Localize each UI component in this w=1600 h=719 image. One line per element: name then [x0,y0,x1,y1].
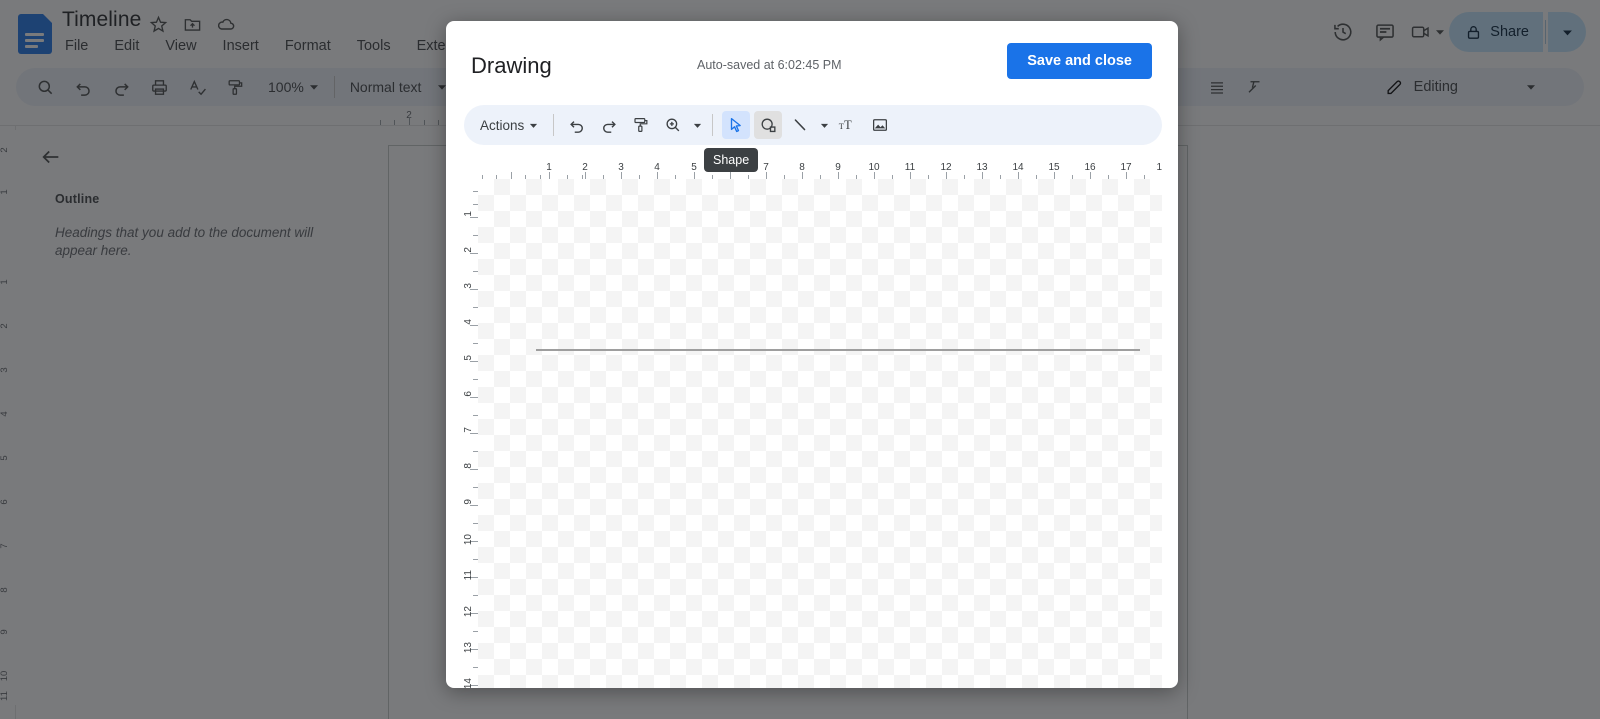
ruler-number: 14 [1012,162,1024,173]
vruler-number: 10 [464,534,474,546]
vruler-number: 12 [464,606,474,618]
dialog-title: Drawing [471,53,552,78]
vruler-number: 8 [464,463,474,469]
ruler-number: 8 [799,162,805,173]
drawing-vertical-ruler[interactable]: 1 2 3 4 5 6 7 8 9 10 11 12 13 14 [464,179,478,688]
drawing-canvas[interactable] [478,179,1162,688]
toolbar-divider [712,114,714,136]
vruler-number: 5 [464,355,474,361]
ruler-number: 1 [546,162,552,173]
actions-menu-button[interactable]: Actions [472,113,546,138]
chevron-down-icon [693,123,701,128]
ruler-number: 15 [1048,162,1060,173]
line-dropdown-caret[interactable] [816,111,832,139]
vruler-number: 9 [464,499,474,505]
ruler-number: 18 [1156,162,1162,173]
toolbar-divider [553,114,555,136]
actions-label: Actions [480,117,525,133]
autosave-status: Auto-saved at 6:02:45 PM [697,58,842,72]
image-icon[interactable] [866,111,894,139]
ruler-number: 9 [835,162,841,173]
vruler-number: 2 [464,247,474,253]
ruler-number: 12 [940,162,952,173]
vruler-number: 4 [464,319,474,325]
ruler-number: 10 [868,162,880,173]
shape-tooltip: Shape [704,148,759,172]
redo-icon[interactable] [595,111,623,139]
vruler-number: 14 [464,678,474,688]
drawing-toolbar: Actions T T [464,105,1162,145]
vruler-number: 13 [464,642,474,654]
dialog-header: Drawing Auto-saved at 6:02:45 PM Save an… [446,21,1178,99]
ruler-number: 11 [904,162,916,173]
ruler-number: 16 [1084,162,1096,173]
ruler-number: 7 [763,162,769,173]
text-box-icon[interactable]: TT [834,111,862,139]
save-and-close-button[interactable]: Save and close [1007,43,1152,79]
select-cursor-icon[interactable] [722,111,751,139]
chevron-down-icon [530,123,538,128]
horizontal-line[interactable] [536,349,1140,351]
ruler-number: 4 [654,162,660,173]
zoom-icon[interactable] [659,111,687,139]
ruler-number: 17 [1120,162,1132,173]
shape-icon[interactable] [754,111,783,139]
vruler-number: 1 [464,211,474,217]
undo-icon[interactable] [563,111,591,139]
line-icon[interactable] [786,111,814,139]
ruler-number: 3 [618,162,624,173]
vruler-number: 7 [464,427,474,433]
ruler-number: 13 [976,162,988,173]
drawing-dialog: Drawing Auto-saved at 6:02:45 PM Save an… [446,21,1178,688]
ruler-number: 5 [691,162,697,173]
screen: Timeline File Edit View Insert Format To… [0,0,1600,719]
ruler-number: 2 [582,162,588,173]
paint-format-icon[interactable] [627,111,655,139]
zoom-dropdown-caret[interactable] [689,111,705,139]
chevron-down-icon [820,123,828,128]
svg-text:T: T [844,118,852,132]
drawing-canvas-area: 1 2 3 4 5 6 7 8 [464,157,1162,688]
vruler-number: 3 [464,283,474,289]
vruler-number: 11 [464,570,474,581]
vruler-number: 6 [464,391,474,397]
drawing-horizontal-ruler[interactable]: 1 2 3 4 5 6 7 8 [478,157,1162,179]
